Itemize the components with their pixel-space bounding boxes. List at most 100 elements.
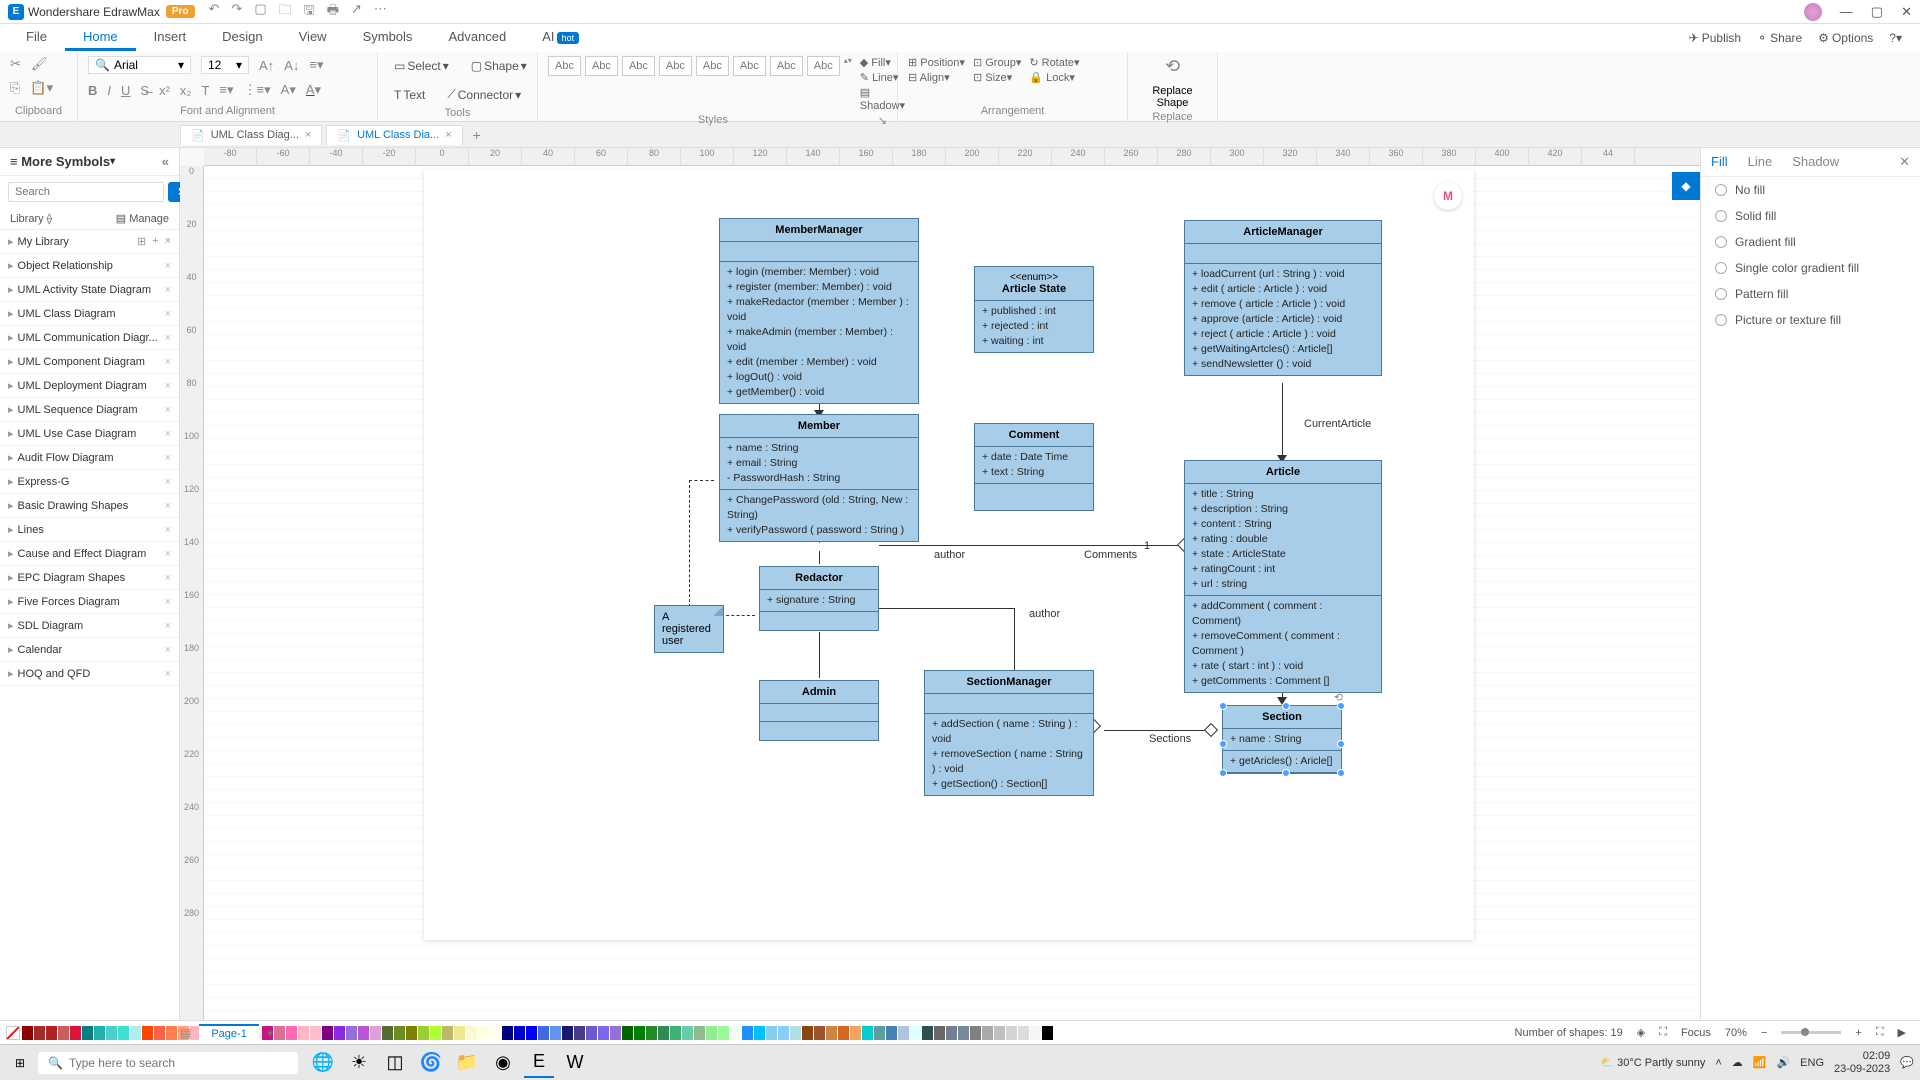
- qat-more-icon[interactable]: ⋯: [374, 1, 387, 23]
- new-icon[interactable]: ▢: [254, 1, 266, 23]
- redo-icon[interactable]: ↷: [231, 1, 242, 23]
- lock-menu[interactable]: 🔒 Lock▾: [1029, 71, 1079, 84]
- share-button[interactable]: ⚬ Share: [1757, 31, 1802, 45]
- lib-category[interactable]: Five Forces Diagram: [18, 596, 120, 608]
- app-edraw-icon[interactable]: E: [524, 1048, 554, 1078]
- lib-category[interactable]: Basic Drawing Shapes: [18, 500, 129, 512]
- add-page-icon[interactable]: +: [267, 1026, 274, 1040]
- color-swatch[interactable]: [382, 1026, 393, 1040]
- color-swatch[interactable]: [46, 1026, 57, 1040]
- tray-lang-icon[interactable]: ENG: [1800, 1057, 1824, 1069]
- uml-article[interactable]: Article + title : String+ description : …: [1184, 460, 1382, 693]
- fill-option[interactable]: Solid fill: [1735, 209, 1776, 223]
- color-swatch[interactable]: [934, 1026, 945, 1040]
- symbol-search-input[interactable]: [8, 182, 164, 202]
- paste-icon[interactable]: 📋▾: [30, 80, 53, 96]
- layers-icon[interactable]: ◈: [1637, 1026, 1645, 1039]
- lib-category[interactable]: Express-G: [18, 476, 70, 488]
- color-swatch[interactable]: [982, 1026, 993, 1040]
- save-icon[interactable]: 🖫: [304, 1, 315, 23]
- remove-cat-icon[interactable]: ×: [165, 356, 171, 368]
- color-swatch[interactable]: [94, 1026, 105, 1040]
- lib-category[interactable]: EPC Diagram Shapes: [18, 572, 126, 584]
- font-select[interactable]: 🔍▾: [88, 56, 191, 74]
- menu-insert[interactable]: Insert: [136, 25, 205, 51]
- color-swatch[interactable]: [790, 1026, 801, 1040]
- color-swatch[interactable]: [586, 1026, 597, 1040]
- color-swatch[interactable]: [850, 1026, 861, 1040]
- lib-category[interactable]: UML Sequence Diagram: [18, 404, 138, 416]
- lib-category[interactable]: Audit Flow Diagram: [18, 452, 114, 464]
- tray-weather[interactable]: ⛅ 30°C Partly sunny: [1600, 1056, 1705, 1069]
- lib-category[interactable]: SDL Diagram: [18, 620, 84, 632]
- color-swatch[interactable]: [670, 1026, 681, 1040]
- remove-cat-icon[interactable]: ×: [165, 548, 171, 560]
- export-icon[interactable]: ↗: [351, 1, 362, 23]
- color-swatch[interactable]: [550, 1026, 561, 1040]
- highlight-icon[interactable]: A▾: [281, 82, 296, 98]
- undo-icon[interactable]: ↶: [209, 1, 220, 23]
- color-swatch[interactable]: [646, 1026, 657, 1040]
- color-swatch[interactable]: [598, 1026, 609, 1040]
- lib-category[interactable]: Lines: [18, 524, 44, 536]
- fill-option[interactable]: Gradient fill: [1735, 235, 1796, 249]
- radio-icon[interactable]: [1715, 262, 1727, 274]
- underline-icon[interactable]: U: [121, 83, 130, 98]
- color-swatch[interactable]: [394, 1026, 405, 1040]
- remove-cat-icon[interactable]: ×: [165, 452, 171, 464]
- sub-icon[interactable]: x₂: [180, 83, 192, 98]
- color-swatch[interactable]: [286, 1026, 297, 1040]
- canvas-page[interactable]: CurrentMember CurrentArticle author Comm…: [424, 170, 1474, 940]
- inc-font-icon[interactable]: A↑: [259, 58, 274, 73]
- tray-wifi-icon[interactable]: 📶: [1753, 1056, 1767, 1069]
- color-swatch[interactable]: [994, 1026, 1005, 1040]
- color-swatch[interactable]: [430, 1026, 441, 1040]
- align-menu-icon[interactable]: ≡▾: [309, 57, 323, 73]
- color-swatch[interactable]: [538, 1026, 549, 1040]
- remove-cat-icon[interactable]: ×: [165, 380, 171, 392]
- print-icon[interactable]: 🖶: [327, 1, 339, 23]
- color-swatch[interactable]: [694, 1026, 705, 1040]
- menu-advanced[interactable]: Advanced: [430, 25, 524, 51]
- lib-category[interactable]: UML Class Diagram: [18, 308, 116, 320]
- menu-ai[interactable]: AIhot: [524, 25, 597, 51]
- fontsize-select[interactable]: ▾: [201, 56, 249, 74]
- connector-tool[interactable]: ⟋ Connector▾: [441, 84, 527, 105]
- zoom-in-icon[interactable]: +: [1855, 1027, 1861, 1039]
- color-swatch[interactable]: [466, 1026, 477, 1040]
- color-swatch[interactable]: [370, 1026, 381, 1040]
- collapse-left-icon[interactable]: «: [162, 154, 169, 169]
- color-swatch[interactable]: [490, 1026, 501, 1040]
- remove-cat-icon[interactable]: ×: [165, 428, 171, 440]
- color-swatch[interactable]: [742, 1026, 753, 1040]
- remove-cat-icon[interactable]: ×: [165, 500, 171, 512]
- close-tab-icon[interactable]: ×: [305, 129, 311, 141]
- color-swatch[interactable]: [574, 1026, 585, 1040]
- color-swatch[interactable]: [358, 1026, 369, 1040]
- lib-category[interactable]: Object Relationship: [18, 260, 113, 272]
- color-swatch[interactable]: [766, 1026, 777, 1040]
- fontcolor-icon[interactable]: A▾: [306, 82, 321, 98]
- tray-sound-icon[interactable]: 🔊: [1776, 1056, 1790, 1069]
- fill-option[interactable]: Single color gradient fill: [1735, 261, 1859, 275]
- color-swatch[interactable]: [310, 1026, 321, 1040]
- uml-section[interactable]: Section + name : String + getAricles() :…: [1222, 705, 1342, 774]
- menu-design[interactable]: Design: [204, 25, 280, 51]
- bullets-icon[interactable]: ⋮≡▾: [244, 82, 271, 98]
- rotate-menu[interactable]: ↻ Rotate▾: [1029, 56, 1079, 69]
- color-swatch[interactable]: [970, 1026, 981, 1040]
- color-swatch[interactable]: [706, 1026, 717, 1040]
- uml-member[interactable]: Member + name : String+ email : String- …: [719, 414, 919, 542]
- page-list-icon[interactable]: ▤: [180, 1026, 191, 1040]
- color-swatch[interactable]: [406, 1026, 417, 1040]
- fill-option[interactable]: Picture or texture fill: [1735, 313, 1841, 327]
- color-swatch[interactable]: [910, 1026, 921, 1040]
- start-button[interactable]: ⊞: [6, 1049, 34, 1077]
- lib-category[interactable]: UML Use Case Diagram: [18, 428, 137, 440]
- app-edge-icon[interactable]: 🌀: [416, 1048, 446, 1078]
- shape-tool[interactable]: ▢ Shape▾: [465, 56, 533, 76]
- color-swatch[interactable]: [22, 1026, 33, 1040]
- doc-tab-2[interactable]: 📄 UML Class Dia...×: [326, 125, 462, 145]
- color-swatch[interactable]: [34, 1026, 45, 1040]
- page-tab[interactable]: Page-1: [199, 1024, 258, 1042]
